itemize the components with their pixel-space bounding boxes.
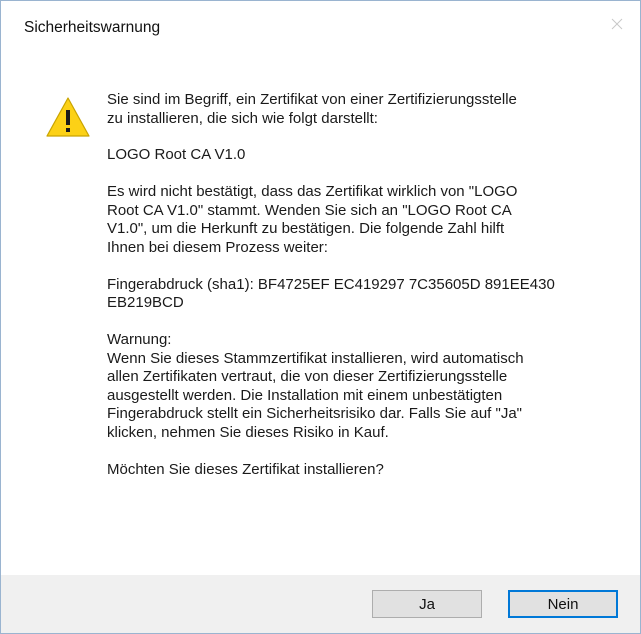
ca-name: LOGO Root CA V1.0 [107, 146, 246, 163]
warning-text: Warnung: Wenn Sie dieses Stammzertifikat… [107, 331, 524, 441]
yes-button-label: Ja [419, 595, 435, 613]
title-bar[interactable]: Sicherheitswarnung [1, 1, 640, 47]
security-warning-dialog: Sicherheitswarnung Sie sind im Begriff, … [0, 0, 641, 634]
not-confirmed-text: Es wird nicht bestätigt, dass das Zertif… [107, 183, 518, 256]
close-button[interactable] [594, 1, 640, 47]
intro-text: Sie sind im Begriff, ein Zertifikat von … [107, 91, 517, 127]
yes-button[interactable]: Ja [372, 590, 482, 618]
close-icon [611, 18, 623, 30]
message-body: Sie sind im Begriff, ein Zertifikat von … [107, 91, 617, 498]
question-text: Möchten Sie dieses Zertifikat installier… [107, 460, 384, 478]
fingerprint-text: Fingerabdruck (sha1): BF4725EF EC419297 … [107, 275, 555, 312]
no-button[interactable]: Nein [508, 590, 618, 618]
warning-triangle-icon [45, 96, 91, 138]
no-button-label: Nein [547, 595, 579, 613]
dialog-title: Sicherheitswarnung [24, 19, 161, 36]
button-bar: Ja Nein [1, 575, 640, 633]
